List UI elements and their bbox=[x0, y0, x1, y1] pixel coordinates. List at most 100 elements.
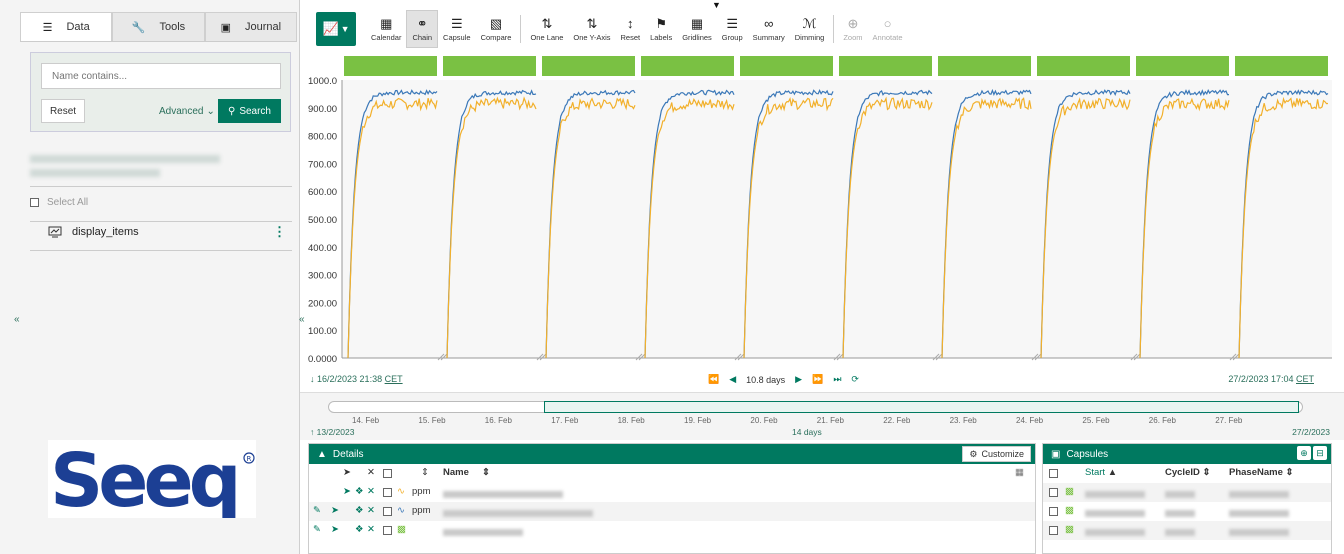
unit-label: ppm bbox=[412, 505, 431, 516]
checkbox[interactable] bbox=[30, 198, 39, 207]
checkbox[interactable] bbox=[383, 488, 392, 500]
info-icon[interactable]: ❖ bbox=[355, 505, 364, 516]
checkbox[interactable] bbox=[383, 469, 392, 481]
zoom-button[interactable]: ⊕ Zoom bbox=[838, 10, 867, 48]
tab-tools[interactable]: 🔧 Tools bbox=[112, 12, 205, 41]
checkbox[interactable] bbox=[1049, 507, 1058, 519]
step-forward-icon[interactable]: ▶ bbox=[795, 374, 802, 385]
timeline-tick-label: 25. Feb bbox=[1082, 416, 1110, 425]
step-back-icon[interactable]: ◀ bbox=[729, 374, 736, 385]
checkbox[interactable] bbox=[1049, 469, 1058, 481]
chevron-down-icon: ⌄ bbox=[206, 105, 215, 117]
customize-button[interactable]: ⚙ Customize bbox=[962, 446, 1031, 462]
investigate-range-timeline[interactable]: 14. Feb 15. Feb 16. Feb 17. Feb 18. Feb 19. F… bbox=[300, 392, 1344, 440]
search-button[interactable]: ⚲ Search bbox=[218, 99, 281, 123]
trend-svg[interactable]: 1000.0 900.00 800.00 700.00 600.00 500.00 400.… bbox=[300, 54, 1344, 374]
checkbox[interactable] bbox=[383, 526, 392, 538]
info-icon[interactable]: ❖ bbox=[355, 524, 364, 535]
gridlines-button[interactable]: ▦ Gridlines bbox=[677, 10, 717, 48]
pencil-icon[interactable]: ✎ bbox=[313, 524, 321, 535]
select-all[interactable]: Select All bbox=[30, 197, 88, 208]
arrow-up-icon: ↑ bbox=[310, 427, 315, 437]
table-row[interactable]: ▩ bbox=[1043, 502, 1331, 521]
compare-button[interactable]: ▧ Compare bbox=[476, 10, 517, 48]
list-item-display-items[interactable]: display_items ⋮ bbox=[48, 224, 292, 240]
capsule-bar bbox=[542, 56, 635, 76]
plot-area bbox=[342, 80, 1332, 358]
reset-axis-button[interactable]: ↕ Reset bbox=[616, 10, 646, 48]
capsule-start bbox=[1085, 527, 1145, 538]
rocket-icon[interactable]: ➤ bbox=[331, 524, 339, 535]
collapse-left-icon[interactable]: « bbox=[14, 314, 20, 325]
name-column-header[interactable]: Name bbox=[443, 467, 469, 478]
table-row[interactable]: ✎ ➤ ❖ ✕ ▩ bbox=[309, 521, 1035, 540]
svg-text:Seeq: Seeq bbox=[50, 440, 237, 518]
one-lane-button[interactable]: ⇅ One Lane bbox=[525, 10, 568, 48]
table-row[interactable]: ▩ bbox=[1043, 483, 1331, 502]
close-icon[interactable]: ✕ bbox=[367, 524, 375, 535]
group-button[interactable]: ☰ Group bbox=[717, 10, 748, 48]
checkbox[interactable] bbox=[1049, 488, 1058, 500]
signal-name bbox=[443, 508, 593, 519]
y-tick-label: 600.00 bbox=[308, 187, 337, 198]
rocket-icon[interactable]: ➤ bbox=[331, 505, 339, 516]
checkbox[interactable] bbox=[383, 507, 392, 519]
column-options-icon[interactable]: ▦ bbox=[1015, 467, 1024, 478]
left-tabs: ☰ Data 🔧 Tools ▣ Journal bbox=[20, 12, 297, 42]
checkbox[interactable] bbox=[1049, 526, 1058, 538]
phasename-column-header[interactable]: PhaseName ⇕ bbox=[1229, 467, 1293, 478]
display-end[interactable]: 27/2/2023 17:04 CET bbox=[1228, 374, 1314, 384]
y-tick-label: 800.00 bbox=[308, 132, 337, 143]
trend-view-dropdown[interactable]: 📈 ▼ bbox=[316, 12, 356, 46]
trend-chart[interactable]: 1000.0 900.00 800.00 700.00 600.00 500.00 400.… bbox=[300, 54, 1344, 394]
capsule-bar bbox=[641, 56, 734, 76]
tab-journal[interactable]: ▣ Journal bbox=[204, 12, 297, 41]
name-contains-input[interactable] bbox=[41, 63, 281, 89]
timeline-tick-label: 21. Feb bbox=[816, 416, 844, 425]
capsules-header-row: Start ▲ CycleID ⇕ PhaseName ⇕ bbox=[1043, 464, 1331, 483]
sort-icon[interactable]: ⇕ bbox=[421, 467, 429, 478]
reset-button[interactable]: Reset bbox=[41, 99, 85, 123]
kebab-menu-icon[interactable]: ⋮ bbox=[273, 224, 286, 240]
rocket-icon[interactable]: ➤ bbox=[343, 486, 351, 497]
reset-axis-icon: ↕ bbox=[627, 15, 634, 31]
refresh-icon[interactable]: ⟳ bbox=[851, 374, 859, 385]
close-icon[interactable]: ✕ bbox=[367, 486, 375, 497]
chain-icon: ⚭ bbox=[416, 15, 428, 31]
chain-button[interactable]: ⚭ Chain bbox=[406, 10, 439, 48]
capsule-cycleid bbox=[1165, 508, 1195, 519]
cycleid-column-header[interactable]: CycleID ⇕ bbox=[1165, 467, 1210, 478]
timeline-selection[interactable] bbox=[544, 401, 1299, 413]
labels-button[interactable]: ⚑ Labels bbox=[645, 10, 677, 48]
capsule-bar bbox=[1037, 56, 1130, 76]
span-label[interactable]: 10.8 days bbox=[746, 375, 785, 385]
timeline-tick-label: 24. Feb bbox=[1016, 416, 1044, 425]
advanced-toggle[interactable]: Advanced ⌄ bbox=[159, 99, 215, 123]
table-row[interactable]: ▩ bbox=[1043, 521, 1331, 540]
display-start[interactable]: ↓ 16/2/2023 21:38 CET bbox=[310, 374, 403, 384]
pencil-icon[interactable]: ✎ bbox=[313, 505, 321, 516]
annotate-button[interactable]: ○ Annotate bbox=[868, 10, 908, 48]
start-column-header[interactable]: Start ▲ bbox=[1085, 467, 1117, 478]
collapse-details-icon[interactable]: « bbox=[299, 314, 305, 325]
close-icon[interactable]: ✕ bbox=[367, 505, 375, 516]
summary-button[interactable]: ∞ Summary bbox=[748, 10, 790, 48]
dimming-button[interactable]: ℳ Dimming bbox=[790, 10, 830, 48]
zoom-icon[interactable]: ⊕ bbox=[1297, 446, 1311, 460]
step-forward-fast-icon[interactable]: ⏩ bbox=[812, 374, 823, 385]
capsule-button[interactable]: ☰ Capsule bbox=[438, 10, 476, 48]
one-lane-icon: ⇅ bbox=[541, 15, 553, 31]
sort-icon[interactable]: ⇕ bbox=[482, 467, 490, 478]
capsule-cycleid bbox=[1165, 527, 1195, 538]
table-row[interactable]: ✎ ➤ ❖ ✕ ∿ ppm bbox=[309, 502, 1035, 521]
y-tick-label: 0.0000 bbox=[308, 354, 337, 365]
close-icon[interactable]: ✕ bbox=[367, 467, 375, 478]
calendar-button[interactable]: ▦ Calendar bbox=[366, 10, 406, 48]
minimize-icon[interactable]: ⊟ bbox=[1313, 446, 1327, 460]
step-back-fast-icon[interactable]: ⏪ bbox=[708, 374, 719, 385]
jump-to-end-icon[interactable]: ⏭ bbox=[833, 374, 841, 385]
table-row[interactable]: ➤ ❖ ✕ ∿ ppm bbox=[309, 483, 1035, 502]
tab-data[interactable]: ☰ Data bbox=[20, 12, 113, 41]
info-icon[interactable]: ❖ bbox=[355, 486, 364, 497]
one-y-axis-button[interactable]: ⇅ One Y-Axis bbox=[568, 10, 615, 48]
